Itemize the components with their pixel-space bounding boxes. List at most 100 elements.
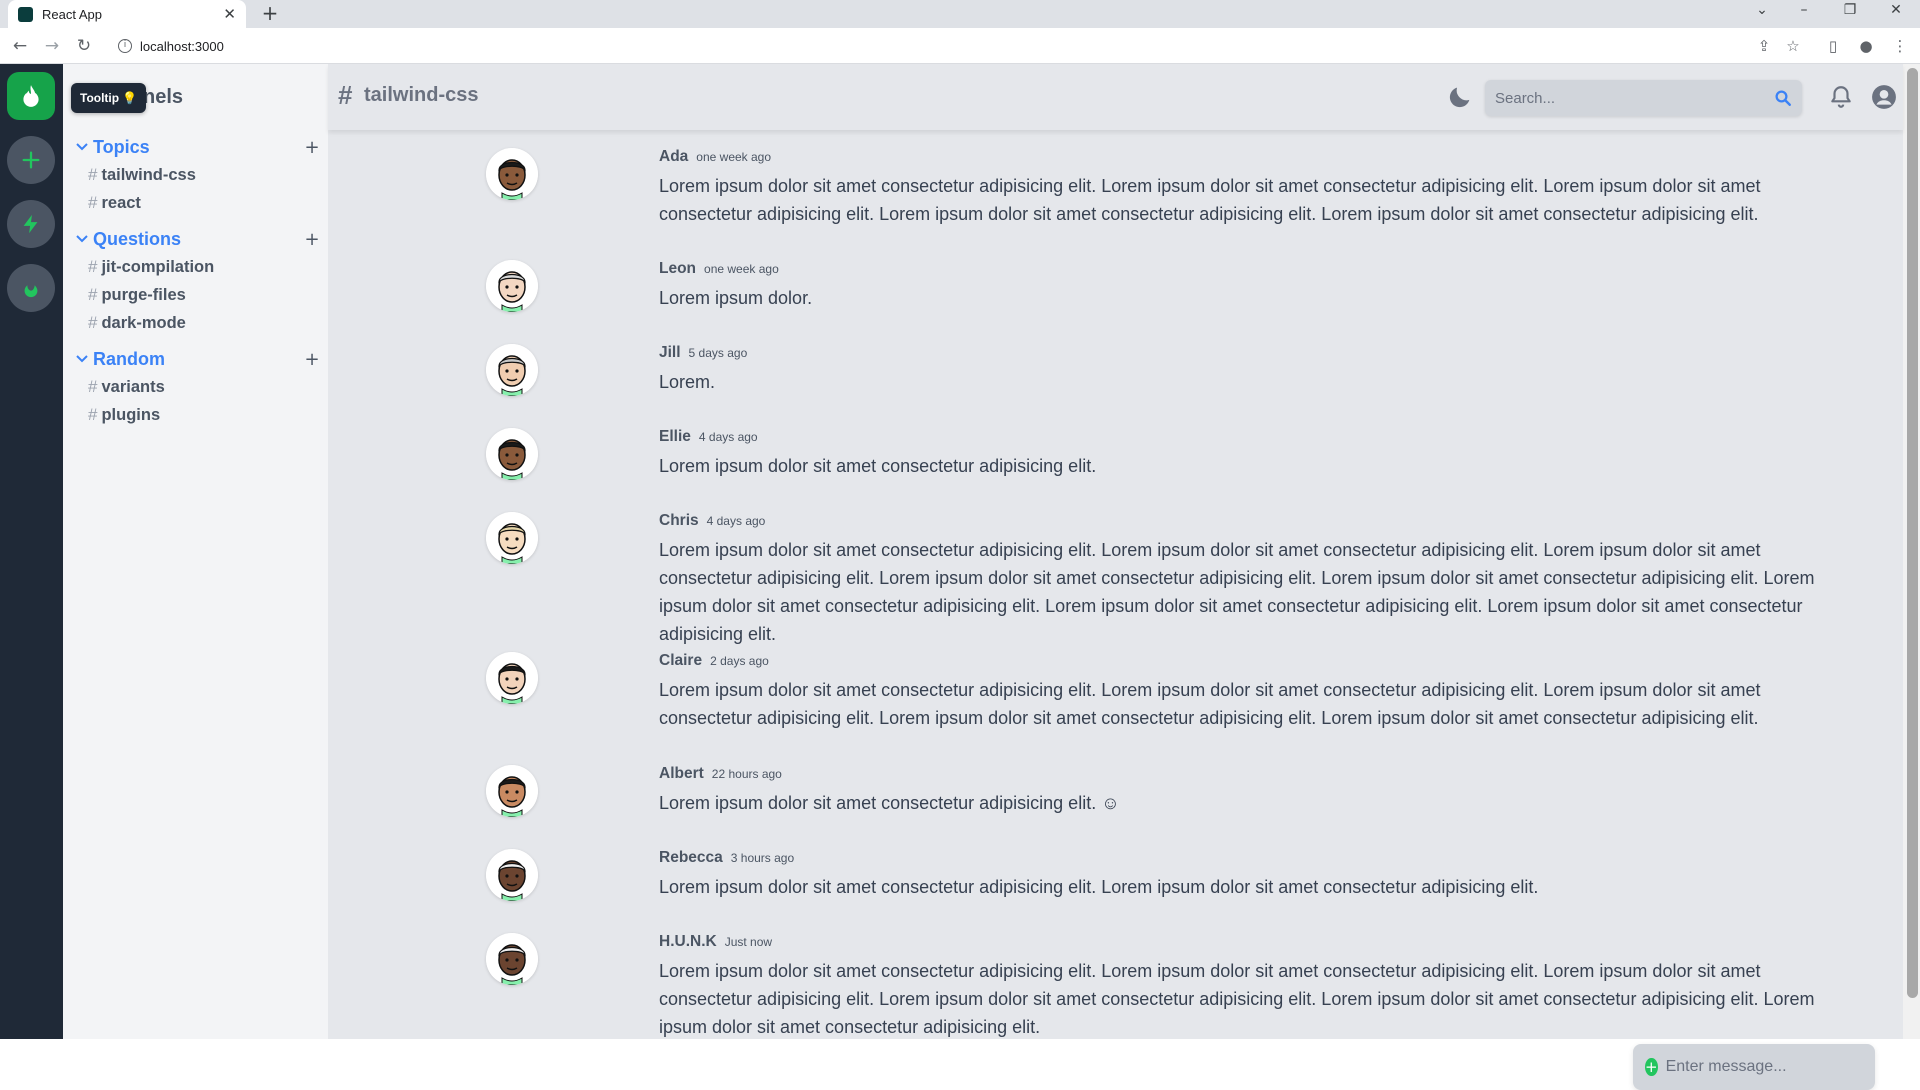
reload-icon[interactable]: ↻ <box>72 34 96 58</box>
message-body: Rebecca 3 hours ago Lorem ipsum dolor sit … <box>659 849 1834 901</box>
channel-item[interactable]: # tailwind-css <box>75 161 320 189</box>
group-header[interactable]: Random + <box>75 345 320 373</box>
group-name: Random <box>93 348 165 369</box>
channel-name: tailwind-css <box>101 165 196 184</box>
page-scrollbar[interactable] <box>1903 64 1920 1039</box>
avatar[interactable] <box>486 344 538 396</box>
plus-icon <box>22 151 40 169</box>
add-server-button[interactable] <box>7 136 55 184</box>
message-header: Claire 2 days ago <box>659 652 1834 674</box>
avatar[interactable] <box>486 148 538 200</box>
group-header[interactable]: Questions + <box>75 225 320 253</box>
search-icon[interactable] <box>1774 89 1792 107</box>
restore-button[interactable]: ❐ <box>1830 0 1870 22</box>
message-header: Albert 22 hours ago <box>659 765 1834 787</box>
avatar[interactable] <box>486 765 538 817</box>
channel-title: tailwind-css <box>364 84 479 106</box>
avatar[interactable] <box>486 933 538 985</box>
search-input[interactable] <box>1495 89 1774 107</box>
group-header[interactable]: Topics + <box>75 133 320 161</box>
address-bar-row: ← → ↻ i localhost:3000 ⇪ ☆ ▯ ● ⋮ <box>0 28 1920 64</box>
message-body: Jill 5 days ago Lorem. <box>659 344 1834 396</box>
channel-item[interactable]: # jit-compilation <box>75 253 320 281</box>
tab-search-icon[interactable]: ⌄ <box>1742 0 1782 22</box>
hash-icon: # <box>88 405 98 424</box>
tooltip: Tooltip 💡 <box>71 83 147 113</box>
fire-icon <box>24 285 38 298</box>
scrollbar-thumb[interactable] <box>1907 68 1918 998</box>
message-text: Lorem ipsum dolor sit amet consectetur a… <box>659 877 1539 897</box>
server-bolt-button[interactable] <box>7 200 55 248</box>
avatar[interactable] <box>486 652 538 704</box>
add-attachment-icon[interactable]: + <box>1645 1058 1658 1076</box>
bookmark-star-icon[interactable]: ☆ <box>1780 34 1806 58</box>
channel-item[interactable]: # dark-mode <box>75 309 320 337</box>
message-header: Jill 5 days ago <box>659 344 1834 366</box>
user-circle-icon[interactable] <box>1871 84 1897 110</box>
moon-icon[interactable] <box>1446 83 1474 111</box>
channel-item[interactable]: # react <box>75 189 320 217</box>
channel-item[interactable]: # purge-files <box>75 281 320 309</box>
message-timestamp: one week ago <box>704 262 779 276</box>
avatar[interactable] <box>486 260 538 312</box>
channel-sidebar: Channels Topics + #tailwind-css #react Q… <box>63 64 328 1039</box>
channel-group-random: Random + # variants # plugins <box>75 345 320 429</box>
profile-icon[interactable]: ● <box>1853 34 1879 58</box>
add-channel-icon[interactable]: + <box>304 229 320 250</box>
message-author: Ada <box>659 148 689 165</box>
add-channel-icon[interactable]: + <box>304 349 320 370</box>
bolt-icon <box>23 214 38 234</box>
group-name: Questions <box>93 228 182 249</box>
message-timestamp: Just now <box>724 935 773 949</box>
group-name: Topics <box>93 136 150 157</box>
hash-icon: # <box>88 257 98 276</box>
channel-name: plugins <box>101 405 161 424</box>
server-fire-button[interactable] <box>7 264 55 312</box>
message-text: Lorem ipsum dolor sit amet consectetur a… <box>659 176 1761 224</box>
window-close-button[interactable]: ✕ <box>1876 0 1916 22</box>
message-body: Albert 22 hours ago Lorem ipsum dolor sit … <box>659 765 1834 817</box>
minimize-button[interactable]: – <box>1784 0 1824 22</box>
avatar[interactable] <box>486 512 538 564</box>
url-field[interactable]: i localhost:3000 <box>110 32 1760 60</box>
channel-name: purge-files <box>101 285 186 304</box>
site-info-icon[interactable]: i <box>118 39 132 53</box>
app-root: Tooltip 💡 Channels Topics + #tailwind-cs… <box>0 64 1920 1090</box>
side-panel-icon[interactable]: ▯ <box>1820 34 1846 58</box>
server-home-button[interactable] <box>7 72 55 120</box>
message-header: Ada one week ago <box>659 148 1834 170</box>
new-tab-button[interactable]: + <box>258 0 282 28</box>
avatar-face-icon <box>486 933 538 985</box>
message-composer[interactable]: + <box>1633 1044 1875 1090</box>
hash-icon: # <box>88 193 98 212</box>
hash-icon: # <box>88 313 98 332</box>
tab-close-icon[interactable]: ✕ <box>223 5 236 23</box>
browser-menu-icon[interactable]: ⋮ <box>1887 34 1913 58</box>
message-body: Ada one week ago Lorem ipsum dolor sit ame… <box>659 148 1834 228</box>
channel-item[interactable]: # plugins <box>75 401 320 429</box>
avatar[interactable] <box>486 428 538 480</box>
channel-group-topics: Topics + # tailwind-css # react <box>75 133 320 217</box>
share-icon[interactable]: ⇪ <box>1751 34 1777 58</box>
message-author: Leon <box>659 260 697 277</box>
forward-arrow-icon[interactable]: → <box>40 34 64 58</box>
top-navigation: # tailwind-css <box>328 64 1903 130</box>
message-author: Rebecca <box>659 849 723 866</box>
message-header: Leon one week ago <box>659 260 1834 282</box>
add-channel-icon[interactable]: + <box>304 137 320 158</box>
browser-tab[interactable]: React App ✕ <box>8 0 246 28</box>
message-input[interactable] <box>1665 1058 1873 1076</box>
url-text: localhost:3000 <box>140 38 224 54</box>
search-box[interactable] <box>1485 80 1802 116</box>
bell-icon[interactable] <box>1828 84 1854 110</box>
back-arrow-icon[interactable]: ← <box>8 34 32 58</box>
message-text: Lorem ipsum dolor. <box>659 288 813 308</box>
message-body: Ellie 4 days ago Lorem ipsum dolor sit ame… <box>659 428 1834 480</box>
message-text: Lorem ipsum dolor sit amet consectetur a… <box>659 793 1120 813</box>
avatar-face-icon <box>486 428 538 480</box>
message-text: Lorem ipsum dolor sit amet consectetur a… <box>659 456 1097 476</box>
channel-item[interactable]: # variants <box>75 373 320 401</box>
message-list: Ada one week ago Lorem ipsum dolor sit ame… <box>328 130 1903 1039</box>
avatar[interactable] <box>486 849 538 901</box>
message-timestamp: 2 days ago <box>710 654 769 668</box>
